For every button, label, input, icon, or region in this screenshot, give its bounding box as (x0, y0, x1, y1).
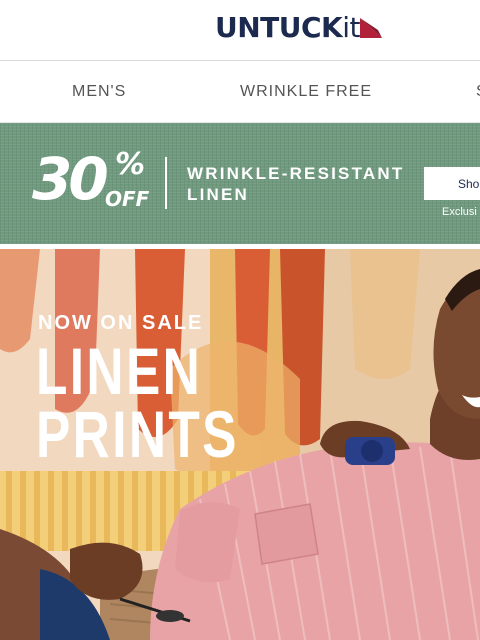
nav-item-mens[interactable]: MEN'S (72, 83, 126, 101)
hero-title: LINEN PRINTS (36, 334, 239, 471)
logo-mark-icon (360, 18, 383, 38)
site-header: UNTUCKit (0, 0, 480, 61)
category-nav: MEN'S WRINKLE FREE S (0, 61, 480, 123)
hero-banner[interactable]: NOW ON SALE LINEN PRINTS (0, 249, 480, 640)
logo[interactable]: UNTUCKit (215, 10, 384, 44)
logo-text: UNTUCKit (215, 10, 361, 44)
promo-title: WRINKLE-RESISTANT LINEN (187, 164, 405, 204)
nav-item-wrinkle-free[interactable]: WRINKLE FREE (240, 83, 372, 101)
shop-now-button[interactable]: Sho (424, 167, 480, 200)
nav-item-next[interactable]: S (476, 83, 480, 101)
hero-eyebrow: NOW ON SALE (38, 312, 204, 334)
promo-percent: 30 (32, 145, 109, 213)
promo-off: OFF (105, 187, 150, 211)
promo-divider (165, 157, 167, 209)
promo-percent-sign: % (115, 147, 146, 182)
promo-exclusions-link[interactable]: Exclusi (442, 206, 477, 218)
